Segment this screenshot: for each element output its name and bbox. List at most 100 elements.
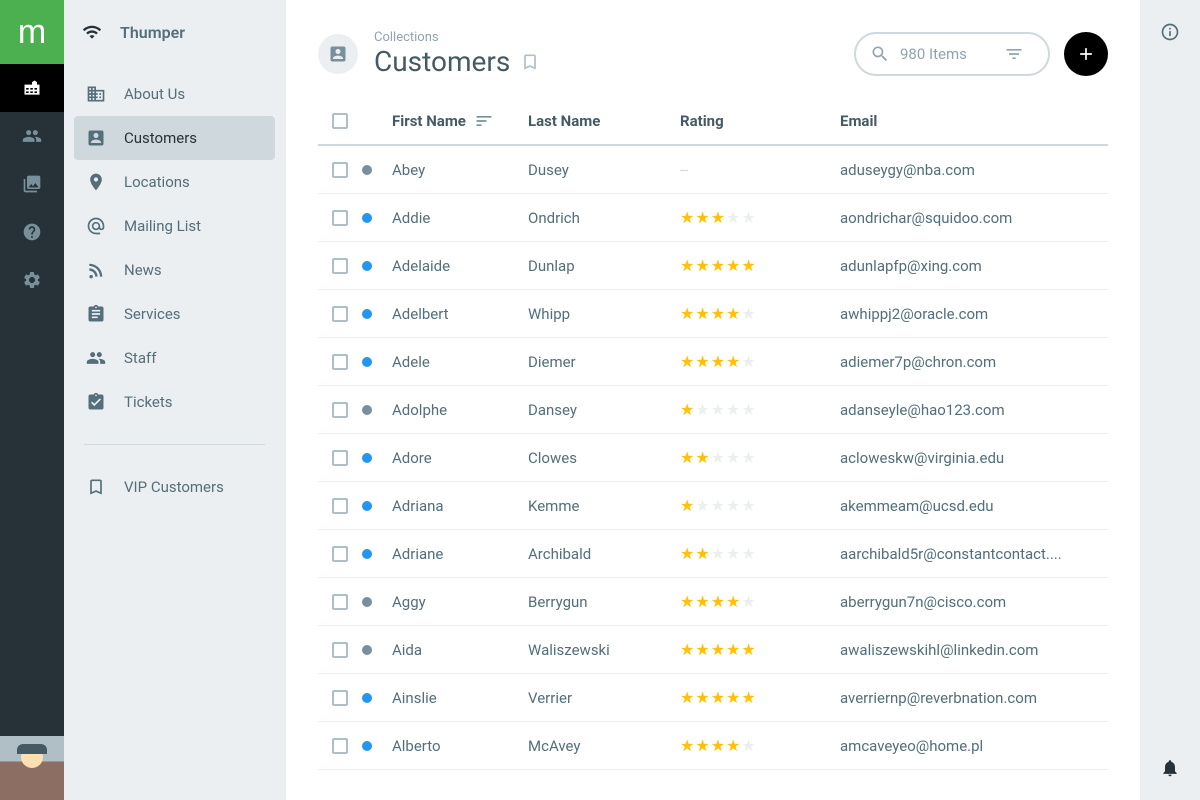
people-icon xyxy=(22,126,42,146)
row-checkbox[interactable] xyxy=(318,162,362,178)
cell-email: awhippj2@oracle.com xyxy=(840,305,1108,323)
cell-first-name: Alberto xyxy=(392,737,528,755)
nav-item-mailing-list[interactable]: Mailing List xyxy=(74,204,275,248)
col-rating[interactable]: Rating xyxy=(680,112,840,130)
cell-email: awaliszewskihl@linkedin.com xyxy=(840,641,1108,659)
bookmark_outline-icon xyxy=(86,477,106,497)
plus-icon xyxy=(1076,44,1096,64)
row-checkbox[interactable] xyxy=(318,738,362,754)
select-all[interactable] xyxy=(318,113,362,129)
row-checkbox[interactable] xyxy=(318,450,362,466)
notifications-button[interactable] xyxy=(1140,736,1200,800)
row-checkbox[interactable] xyxy=(318,210,362,226)
row-checkbox[interactable] xyxy=(318,402,362,418)
row-checkbox[interactable] xyxy=(318,354,362,370)
nav-item-label: Staff xyxy=(124,349,156,367)
table-row[interactable]: AggyBerrygun★★★★★aberrygun7n@cisco.com xyxy=(318,578,1108,626)
search-input[interactable]: 980 Items xyxy=(854,32,1050,76)
user-avatar[interactable] xyxy=(0,736,64,800)
cell-email: aduseygy@nba.com xyxy=(840,161,1108,179)
cell-last-name: Whipp xyxy=(528,305,680,323)
rail-item-apps[interactable] xyxy=(0,64,64,112)
nav-divider xyxy=(84,444,265,445)
page-header: Collections Customers 980 Items xyxy=(286,0,1140,98)
collection-icon-badge xyxy=(318,34,358,74)
breadcrumb[interactable]: Collections xyxy=(374,30,540,45)
confirmation-icon xyxy=(86,392,106,412)
row-checkbox[interactable] xyxy=(318,594,362,610)
table-row[interactable]: AinslieVerrier★★★★★averriernp@reverbnati… xyxy=(318,674,1108,722)
filter-icon[interactable] xyxy=(1004,44,1024,64)
row-checkbox[interactable] xyxy=(318,690,362,706)
table-row[interactable]: AddieOndrich★★★★★aondrichar@squidoo.com xyxy=(318,194,1108,242)
col-email[interactable]: Email xyxy=(840,112,1108,130)
table-row[interactable]: AdeleDiemer★★★★★adiemer7p@chron.com xyxy=(318,338,1108,386)
cell-last-name: Clowes xyxy=(528,449,680,467)
col-last-name[interactable]: Last Name xyxy=(528,112,680,130)
table-row[interactable]: AlbertoMcAvey★★★★★amcaveyeo@home.pl xyxy=(318,722,1108,770)
table-row[interactable]: AdelaideDunlap★★★★★adunlapfp@xing.com xyxy=(318,242,1108,290)
cell-email: akemmeam@ucsd.edu xyxy=(840,497,1108,515)
table-row[interactable]: AdolpheDansey★★★★★adanseyle@hao123.com xyxy=(318,386,1108,434)
cell-last-name: Archibald xyxy=(528,545,680,563)
cell-first-name: Adelaide xyxy=(392,257,528,275)
nav-item-staff[interactable]: Staff xyxy=(74,336,275,380)
nav-item-label: Services xyxy=(124,305,181,323)
rail-item-help[interactable] xyxy=(0,208,64,256)
col-first-name[interactable]: First Name xyxy=(392,111,528,131)
app-logo[interactable]: m xyxy=(0,0,64,64)
table-row[interactable]: AidaWaliszewski★★★★★awaliszewskihl@linke… xyxy=(318,626,1108,674)
rail-item-media[interactable] xyxy=(0,160,64,208)
assignment-icon xyxy=(86,304,106,324)
cell-email: amcaveyeo@home.pl xyxy=(840,737,1108,755)
rail-item-settings[interactable] xyxy=(0,256,64,304)
cell-rating: ★★★★★ xyxy=(680,448,840,467)
media-icon xyxy=(22,174,42,194)
nav-item-news[interactable]: News xyxy=(74,248,275,292)
main-content: Collections Customers 980 Items First Na… xyxy=(286,0,1140,800)
rss-icon xyxy=(86,260,106,280)
nav-item-vip-customers[interactable]: VIP Customers xyxy=(74,465,275,509)
place-icon xyxy=(86,172,106,192)
cell-email: aarchibald5r@constantcontact.... xyxy=(840,545,1108,563)
cell-last-name: Berrygun xyxy=(528,593,680,611)
table-row[interactable]: AdrianaKemme★★★★★akemmeam@ucsd.edu xyxy=(318,482,1108,530)
info-button[interactable] xyxy=(1140,0,1200,64)
nav-panel: Thumper About UsCustomersLocationsMailin… xyxy=(64,0,286,800)
row-checkbox[interactable] xyxy=(318,546,362,562)
table-row[interactable]: AdoreClowes★★★★★acloweskw@virginia.edu xyxy=(318,434,1108,482)
rail-item-people[interactable] xyxy=(0,112,64,160)
nav-item-customers[interactable]: Customers xyxy=(74,116,275,160)
cell-rating: ★★★★★ xyxy=(680,256,840,275)
data-table: First Name Last Name Rating Email AbeyDu… xyxy=(286,98,1140,800)
nav-item-about-us[interactable]: About Us xyxy=(74,72,275,116)
table-row[interactable]: AdrianeArchibald★★★★★aarchibald5r@consta… xyxy=(318,530,1108,578)
table-row[interactable]: AdelbertWhipp★★★★★awhippj2@oracle.com xyxy=(318,290,1108,338)
row-checkbox[interactable] xyxy=(318,642,362,658)
cell-first-name: Addie xyxy=(392,209,528,227)
bookmark-outline-icon[interactable] xyxy=(520,52,540,72)
cell-first-name: Adore xyxy=(392,449,528,467)
nav-item-locations[interactable]: Locations xyxy=(74,160,275,204)
nav-item-tickets[interactable]: Tickets xyxy=(74,380,275,424)
cell-rating: ★★★★★ xyxy=(680,352,840,371)
nav-item-services[interactable]: Services xyxy=(74,292,275,336)
project-switcher[interactable]: Thumper xyxy=(64,0,285,64)
contacts-icon xyxy=(328,44,348,64)
row-checkbox[interactable] xyxy=(318,498,362,514)
status-dot xyxy=(362,405,392,415)
status-dot xyxy=(362,261,392,271)
row-checkbox[interactable] xyxy=(318,306,362,322)
cell-email: aondrichar@squidoo.com xyxy=(840,209,1108,227)
right-rail xyxy=(1140,0,1200,800)
cell-last-name: Ondrich xyxy=(528,209,680,227)
cell-first-name: Adriane xyxy=(392,545,528,563)
row-checkbox[interactable] xyxy=(318,258,362,274)
cell-last-name: Waliszewski xyxy=(528,641,680,659)
table-row[interactable]: AbeyDusey--aduseygy@nba.com xyxy=(318,146,1108,194)
status-dot xyxy=(362,165,392,175)
add-button[interactable] xyxy=(1064,32,1108,76)
apps-icon xyxy=(22,78,42,98)
table-header-row: First Name Last Name Rating Email xyxy=(318,98,1108,146)
cell-first-name: Abey xyxy=(392,161,528,179)
